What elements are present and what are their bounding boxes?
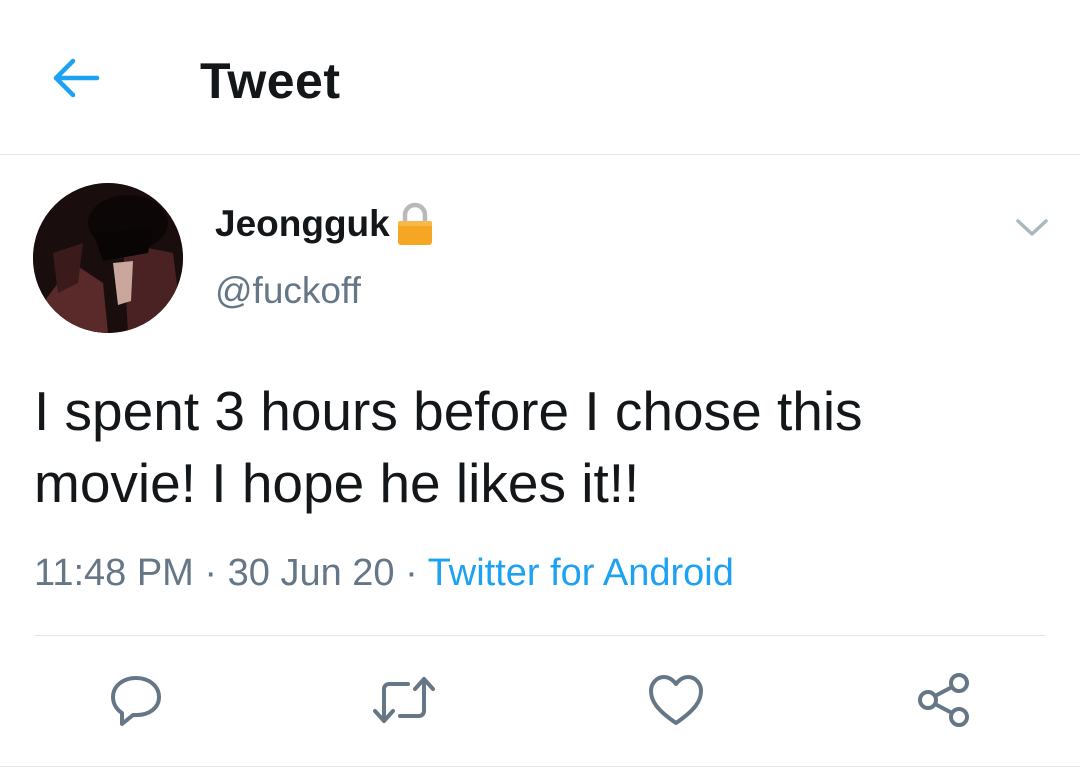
avatar-image	[33, 183, 183, 333]
user-handle[interactable]: @fuckoff	[215, 270, 361, 312]
tweet-text: I spent 3 hours before I chose this movi…	[34, 380, 863, 514]
tweet-meta: 11:48 PM · 30 Jun 20 · Twitter for Andro…	[34, 552, 734, 595]
share-button[interactable]	[912, 668, 976, 732]
chevron-down-icon	[1016, 219, 1048, 236]
divider	[34, 635, 1046, 636]
reply-button[interactable]	[104, 668, 168, 732]
avatar[interactable]	[33, 183, 183, 333]
display-name[interactable]: Jeongguk	[215, 203, 390, 245]
author-name-row[interactable]: Jeongguk	[215, 202, 434, 246]
tweet-source-link[interactable]: Twitter for Android	[428, 552, 734, 594]
page-title: Tweet	[200, 53, 341, 109]
top-bar: Tweet	[0, 0, 1080, 155]
share-icon	[918, 673, 969, 727]
meta-separator: ·	[405, 552, 418, 594]
tweet-time: 11:48 PM	[34, 552, 194, 594]
divider	[0, 766, 1080, 767]
retweet-icon	[373, 677, 435, 723]
tweet-menu-button[interactable]	[1015, 210, 1049, 244]
meta-separator: ·	[204, 552, 218, 594]
arrow-left-icon	[53, 58, 100, 98]
tweet-date: 30 Jun 20	[227, 552, 395, 594]
like-button[interactable]	[644, 668, 708, 732]
heart-icon	[649, 675, 703, 725]
back-button[interactable]	[48, 50, 104, 106]
lock-icon	[396, 202, 434, 246]
reply-icon	[111, 676, 161, 726]
retweet-button[interactable]	[372, 668, 436, 732]
tweet-actions	[0, 660, 1080, 740]
